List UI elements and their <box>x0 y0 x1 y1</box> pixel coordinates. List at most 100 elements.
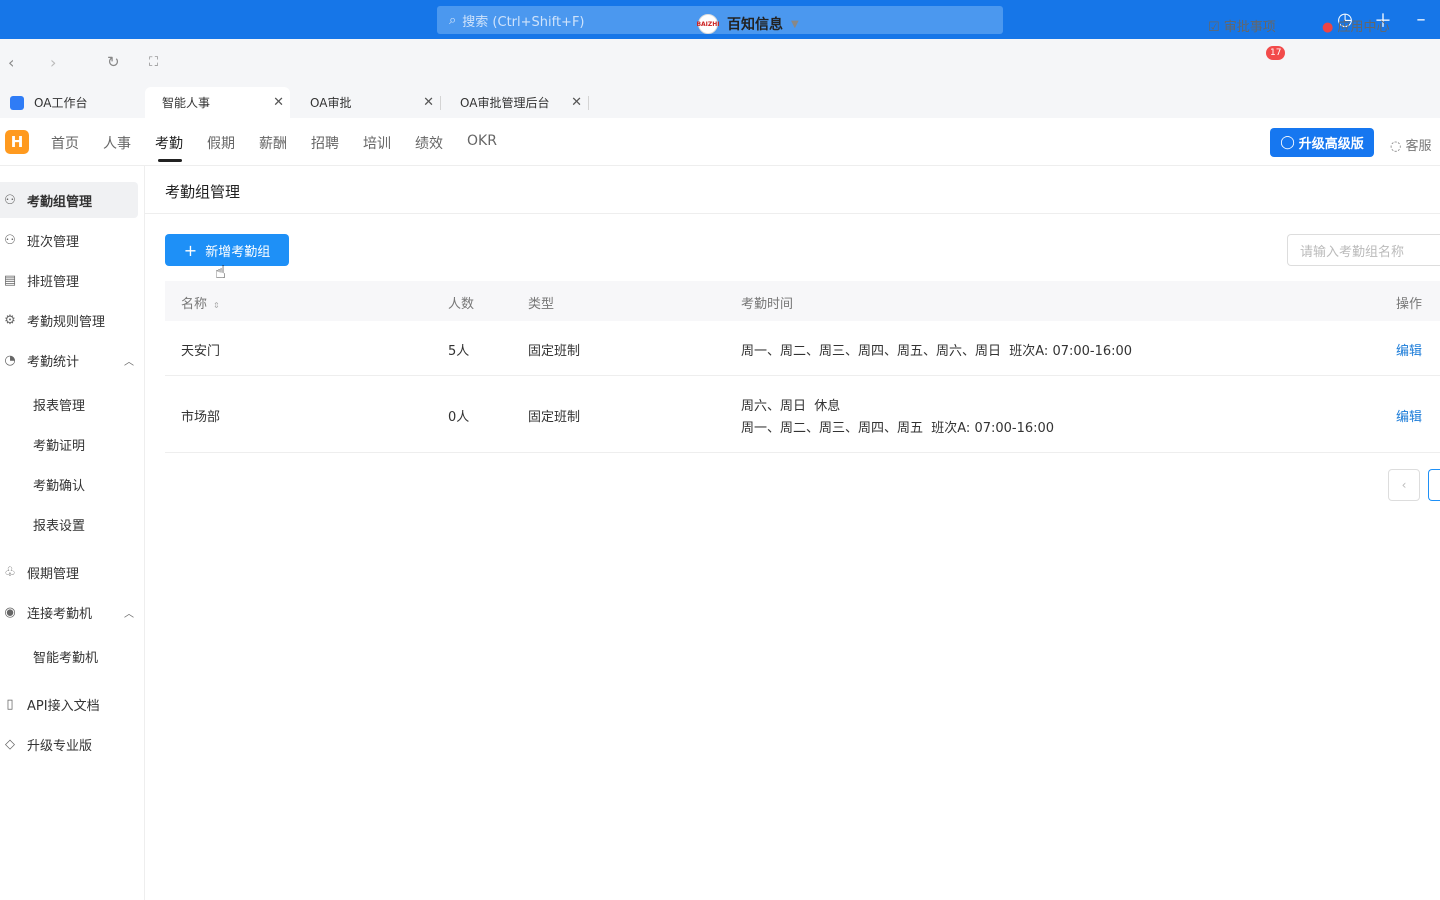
tab-oa-approval-admin[interactable]: OA审批管理后台 ✕ <box>450 87 588 118</box>
sidebar-item-stats[interactable]: ◔ 考勤统计 ︿ <box>0 342 138 378</box>
sidebar-item-connect-device[interactable]: ◉ 连接考勤机 ︿ <box>0 594 138 630</box>
sidebar-item-label: API接入文档 <box>27 698 100 714</box>
cell-count: 0人 <box>448 410 470 425</box>
sidebar-item-label: 考勤统计 <box>27 354 80 370</box>
menu-okr[interactable]: OKR <box>467 133 497 149</box>
app-logo: H <box>5 130 29 154</box>
group-search-input[interactable]: 请输入考勤组名称 <box>1287 234 1440 266</box>
minimize-icon[interactable]: – <box>1402 9 1440 30</box>
tab-oa-workbench[interactable]: OA工作台 <box>0 87 145 118</box>
menu-attendance[interactable]: 考勤 <box>155 133 183 153</box>
sidebar-sub-confirm[interactable]: 考勤确认 <box>33 475 85 494</box>
tab-label: OA工作台 <box>34 96 88 110</box>
cell-name: 市场部 <box>181 410 221 425</box>
close-icon[interactable]: ✕ <box>423 95 434 110</box>
palm-tree-icon: ♧ <box>4 564 16 580</box>
menu-personnel[interactable]: 人事 <box>103 133 131 153</box>
cell-type: 固定班制 <box>528 410 581 425</box>
active-menu-indicator <box>158 159 182 162</box>
cell-name: 天安门 <box>181 344 221 359</box>
app-menu-bar: H 首页 人事 考勤 假期 薪酬 招聘 培训 绩效 OKR ◯ 升级高级版 ◌ … <box>0 118 1440 166</box>
sidebar-item-schedule[interactable]: ▤ 排班管理 <box>0 262 138 298</box>
sort-icon[interactable]: ⇕ <box>213 301 220 310</box>
service-label: 客服 <box>1405 139 1432 154</box>
column-header-time: 考勤时间 <box>741 297 794 312</box>
tab-label: 智能人事 <box>162 96 211 110</box>
tab-oa-approval[interactable]: OA审批 ✕ <box>300 87 440 118</box>
cell-time-line2: 周一、周二、周三、周四、周五 班次A: 07:00-16:00 <box>741 421 1055 436</box>
cell-time-line1: 周六、周日 休息 <box>741 399 841 414</box>
sidebar-item-label: 班次管理 <box>27 234 80 250</box>
app-center-label: 应用中心 <box>1337 20 1390 35</box>
sidebar-sub-certificate[interactable]: 考勤证明 <box>33 435 85 454</box>
app-center-icon: ● <box>1322 20 1334 35</box>
diamond-icon: ◇ <box>5 736 15 752</box>
column-header-type: 类型 <box>528 297 555 312</box>
oa-app-icon <box>10 95 24 110</box>
add-attendance-group-button[interactable]: + 新增考勤组 <box>165 234 289 266</box>
cell-type: 固定班制 <box>528 344 581 359</box>
search-icon: ⌕ <box>449 12 457 28</box>
tab-divider <box>588 96 589 110</box>
table-row: 天安门 5人 固定班制 周一、周二、周三、周四、周五、周六、周日 班次A: 07… <box>165 321 1440 376</box>
refresh-icon[interactable]: ↻ <box>107 53 120 71</box>
close-icon[interactable]: ✕ <box>273 95 284 110</box>
sidebar-item-label: 考勤组管理 <box>27 194 93 210</box>
menu-salary[interactable]: 薪酬 <box>259 133 287 153</box>
sidebar-item-rules[interactable]: ⚙ 考勤规则管理 <box>0 302 138 338</box>
search-placeholder: 请输入考勤组名称 <box>1300 244 1405 260</box>
global-search-placeholder: 搜索 (Ctrl+Shift+F) <box>462 14 585 30</box>
edit-link[interactable]: 编辑 <box>1396 340 1422 359</box>
menu-leave[interactable]: 假期 <box>207 133 235 153</box>
header-label: 名称 <box>181 297 208 312</box>
menu-performance[interactable]: 绩效 <box>415 133 443 153</box>
forward-icon[interactable]: › <box>50 53 56 72</box>
sidebar-item-label: 考勤规则管理 <box>27 314 106 330</box>
divider <box>145 213 1440 214</box>
table-header: 名称 ⇕ 人数 类型 考勤时间 操作 <box>165 281 1440 321</box>
approvals-label: 审批事项 <box>1223 20 1276 35</box>
sidebar-item-label: 假期管理 <box>27 566 80 582</box>
app-center-link[interactable]: ● 应用中心 <box>1322 16 1390 35</box>
back-icon[interactable]: ‹ <box>8 53 14 72</box>
sidebar-item-holiday[interactable]: ♧ 假期管理 <box>0 554 138 590</box>
page-title: 考勤组管理 <box>165 183 241 201</box>
sidebar-item-upgrade-pro[interactable]: ◇ 升级专业版 <box>0 726 138 762</box>
menu-training[interactable]: 培训 <box>363 133 391 153</box>
sidebar-item-label: 排班管理 <box>27 274 80 290</box>
tab-label: OA审批 <box>310 96 352 110</box>
pagination-prev-button[interactable]: ‹ <box>1388 469 1420 501</box>
org-switcher[interactable]: BAIZHI 百知信息 ▼ <box>696 14 799 34</box>
gear-icon: ⚙ <box>4 312 16 328</box>
checkbox-icon: ☑ <box>1208 20 1220 35</box>
menu-recruit[interactable]: 招聘 <box>311 133 339 153</box>
user-icon: ⚇ <box>4 192 16 208</box>
upgrade-label: 升级高级版 <box>1298 137 1364 152</box>
sidebar-item-api-docs[interactable]: ▯ API接入文档 <box>0 686 138 722</box>
menu-home[interactable]: 首页 <box>51 133 79 153</box>
edit-link[interactable]: 编辑 <box>1396 406 1422 425</box>
approvals-count-badge: 17 <box>1266 46 1286 60</box>
column-header-name[interactable]: 名称 ⇕ <box>181 293 220 312</box>
sidebar-sub-smart-device[interactable]: 智能考勤机 <box>33 647 98 666</box>
customer-service-link[interactable]: ◌ 客服 <box>1390 135 1432 154</box>
approvals-link[interactable]: ☑ 审批事项 <box>1208 16 1276 35</box>
table-row: 市场部 0人 固定班制 周六、周日 休息 周一、周二、周三、周四、周五 班次A:… <box>165 376 1440 453</box>
person-icon: ⚇ <box>4 232 16 248</box>
sidebar-item-shift[interactable]: ⚇ 班次管理 <box>0 222 138 258</box>
chevron-left-icon: ‹ <box>1401 478 1407 492</box>
upgrade-button[interactable]: ◯ 升级高级版 <box>1270 128 1374 157</box>
sidebar-sub-report-settings[interactable]: 报表设置 <box>33 515 85 534</box>
fullscreen-icon[interactable]: ⛶ <box>149 55 158 70</box>
sidebar-item-label: 升级专业版 <box>27 738 93 754</box>
pagination-current-page[interactable] <box>1428 469 1440 501</box>
book-icon: ▯ <box>6 696 14 712</box>
sidebar-sub-reports[interactable]: 报表管理 <box>33 395 85 414</box>
sidebar-item-attendance-group[interactable]: ⚇ 考勤组管理 <box>0 182 138 218</box>
chevron-up-icon: ︿ <box>124 356 134 368</box>
plus-icon: + <box>183 240 198 260</box>
add-button-label: 新增考勤组 <box>205 244 271 260</box>
close-icon[interactable]: ✕ <box>571 95 582 110</box>
chat-icon: ◯ <box>1280 135 1295 150</box>
tab-smart-hr[interactable]: 智能人事 ✕ <box>145 87 290 118</box>
